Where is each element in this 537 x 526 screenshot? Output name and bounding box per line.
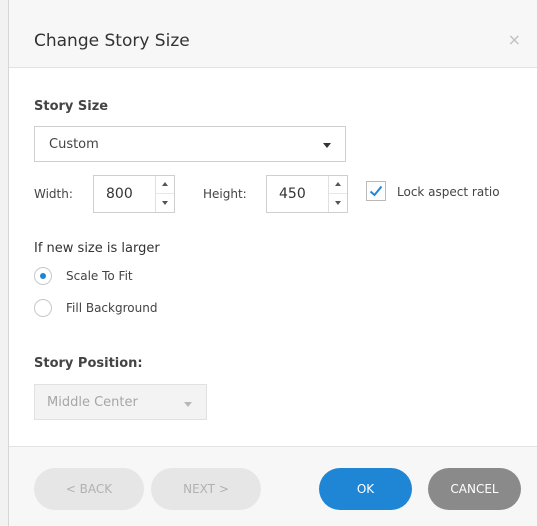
story-position-label: Story Position: bbox=[34, 356, 143, 371]
story-size-dropdown[interactable]: Custom bbox=[34, 126, 346, 162]
lock-aspect-ratio-checkbox[interactable] bbox=[366, 181, 386, 201]
height-stepper-arrows bbox=[328, 176, 347, 212]
fill-background-label: Fill Background bbox=[66, 301, 158, 315]
caret-down-icon bbox=[323, 143, 331, 148]
height-value: 450 bbox=[279, 186, 306, 202]
scale-to-fit-radio[interactable] bbox=[34, 267, 52, 285]
height-stepper[interactable]: 450 bbox=[266, 175, 348, 213]
lock-aspect-ratio-label: Lock aspect ratio bbox=[397, 185, 500, 199]
dialog-header: Change Story Size × bbox=[9, 0, 537, 68]
checkmark-icon bbox=[369, 185, 383, 197]
width-increment-icon[interactable] bbox=[156, 176, 174, 194]
close-icon[interactable]: × bbox=[508, 30, 521, 49]
story-position-dropdown: Middle Center bbox=[34, 384, 207, 420]
cancel-button[interactable]: CANCEL bbox=[428, 468, 521, 510]
story-size-label: Story Size bbox=[34, 99, 109, 114]
change-story-size-dialog: Change Story Size × Story Size Custom Wi… bbox=[8, 0, 537, 526]
ok-button[interactable]: OK bbox=[319, 468, 412, 510]
fill-background-radio[interactable] bbox=[34, 299, 52, 317]
scale-to-fit-label: Scale To Fit bbox=[66, 269, 133, 283]
caret-down-icon bbox=[184, 402, 192, 407]
if-larger-label: If new size is larger bbox=[34, 241, 160, 256]
dialog-footer: < BACK NEXT > OK CANCEL bbox=[9, 446, 537, 526]
width-label: Width: bbox=[34, 187, 73, 201]
story-size-value: Custom bbox=[49, 137, 99, 152]
width-decrement-icon[interactable] bbox=[156, 194, 174, 212]
width-value: 800 bbox=[106, 186, 133, 202]
height-increment-icon[interactable] bbox=[329, 176, 347, 194]
width-stepper-arrows bbox=[155, 176, 174, 212]
page: Change Story Size × Story Size Custom Wi… bbox=[0, 0, 537, 526]
back-button[interactable]: < BACK bbox=[34, 468, 144, 510]
width-stepper[interactable]: 800 bbox=[93, 175, 175, 213]
height-label: Height: bbox=[203, 187, 247, 201]
height-decrement-icon[interactable] bbox=[329, 194, 347, 212]
story-position-value: Middle Center bbox=[47, 395, 138, 410]
dialog-title: Change Story Size bbox=[34, 31, 190, 51]
next-button[interactable]: NEXT > bbox=[151, 468, 261, 510]
